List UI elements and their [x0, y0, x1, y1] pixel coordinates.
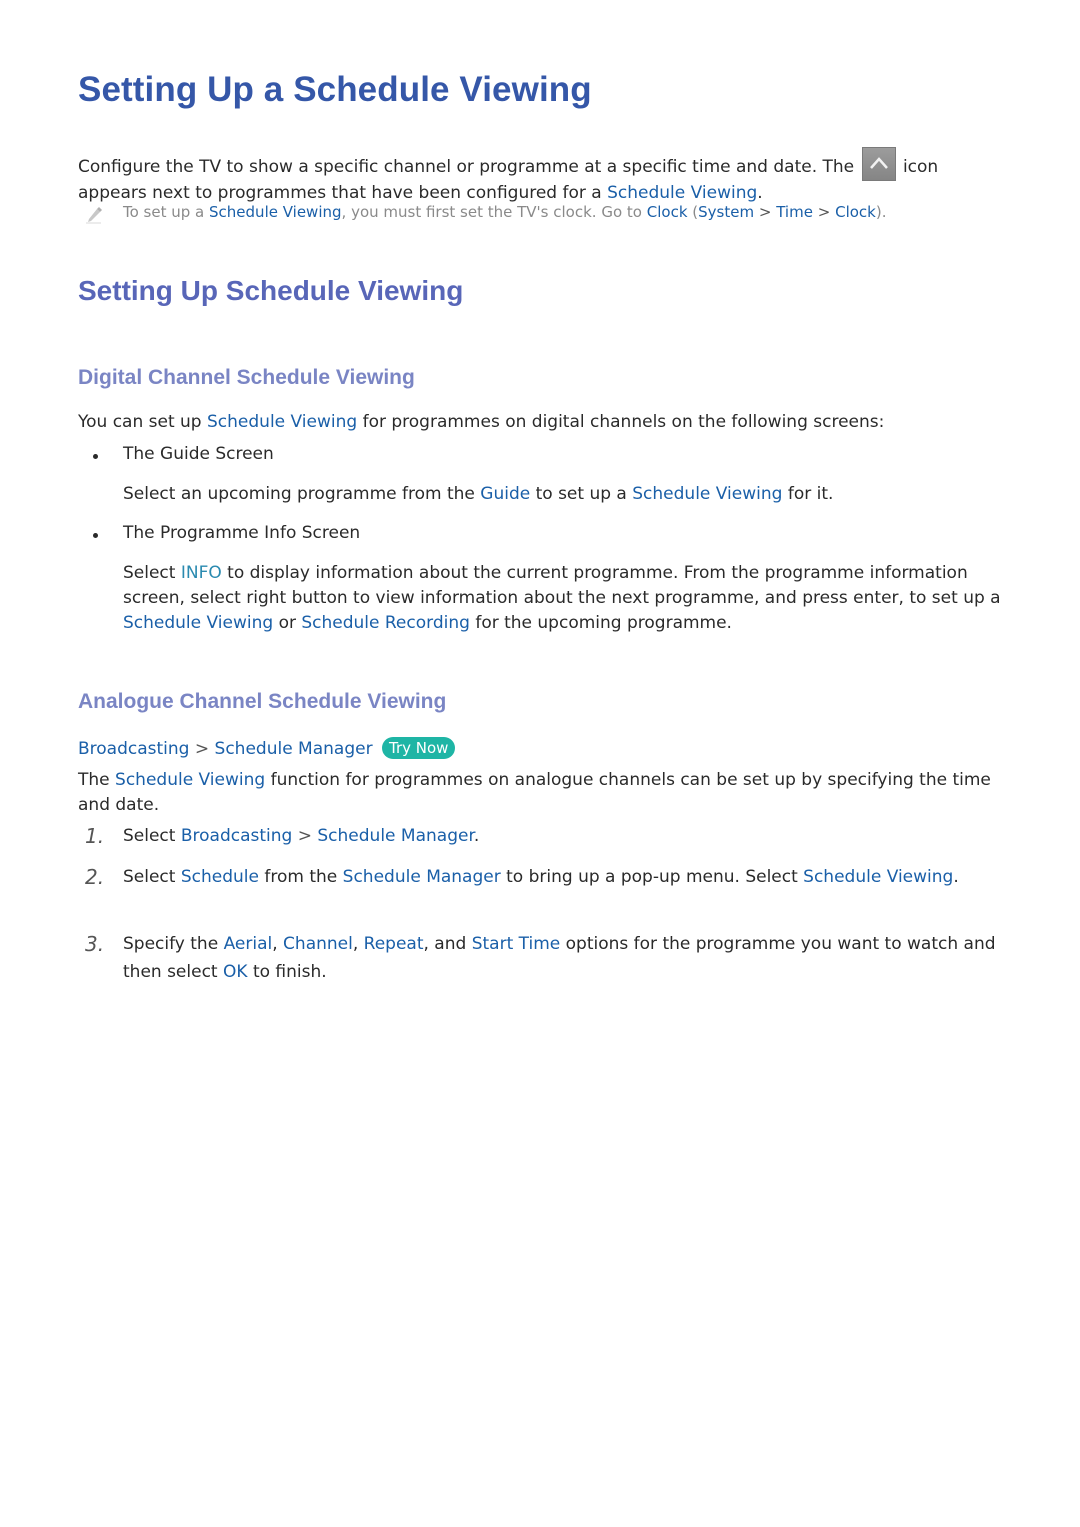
- breadcrumb-broadcasting[interactable]: Broadcasting: [78, 739, 189, 759]
- page-title: Setting Up a Schedule Viewing: [78, 70, 592, 109]
- intro-paragraph: Configure the TV to show a specific chan…: [78, 147, 1008, 205]
- link-schedule-viewing[interactable]: Schedule Viewing: [632, 484, 782, 504]
- step-number: 1.: [85, 824, 105, 848]
- link-schedule-viewing[interactable]: Schedule Viewing: [209, 203, 342, 221]
- link-schedule-manager[interactable]: Schedule Manager: [317, 826, 473, 846]
- link-time[interactable]: Time: [776, 203, 813, 221]
- breadcrumb: Broadcasting > Schedule Manager Try Now: [78, 737, 456, 759]
- analogue-heading: Analogue Channel Schedule Viewing: [78, 690, 447, 713]
- link-channel[interactable]: Channel: [283, 934, 353, 954]
- programme-info-text: Select INFO to display information about…: [123, 563, 1001, 633]
- link-clock[interactable]: Clock: [835, 203, 876, 221]
- analogue-intro: The Schedule Viewing function for progra…: [78, 770, 991, 815]
- link-start-time[interactable]: Start Time: [472, 934, 561, 954]
- link-system[interactable]: System: [698, 203, 754, 221]
- link-ok[interactable]: OK: [223, 962, 248, 982]
- link-broadcasting[interactable]: Broadcasting: [181, 826, 292, 846]
- link-schedule-recording[interactable]: Schedule Recording: [301, 613, 470, 633]
- link-info[interactable]: INFO: [181, 563, 222, 583]
- link-clock[interactable]: Clock: [647, 203, 688, 221]
- link-schedule-viewing[interactable]: Schedule Viewing: [803, 867, 953, 887]
- breadcrumb-schedule-manager[interactable]: Schedule Manager: [215, 739, 373, 759]
- link-schedule-manager[interactable]: Schedule Manager: [343, 867, 501, 887]
- path-separator: >: [817, 203, 831, 221]
- link-aerial[interactable]: Aerial: [224, 934, 273, 954]
- digital-heading: Digital Channel Schedule Viewing: [78, 366, 415, 389]
- link-schedule-viewing[interactable]: Schedule Viewing: [123, 613, 273, 633]
- link-schedule[interactable]: Schedule: [181, 867, 259, 887]
- bullet-icon: [93, 454, 98, 459]
- link-schedule-viewing[interactable]: Schedule Viewing: [607, 183, 757, 203]
- path-separator: >: [758, 203, 772, 221]
- guide-screen-text: Select an upcoming programme from the Gu…: [123, 484, 834, 504]
- link-repeat[interactable]: Repeat: [364, 934, 424, 954]
- link-guide[interactable]: Guide: [480, 484, 530, 504]
- bullet-icon: [93, 533, 98, 538]
- step-number: 2.: [85, 865, 105, 889]
- link-schedule-viewing[interactable]: Schedule Viewing: [207, 412, 357, 432]
- pencil-icon: [86, 207, 102, 224]
- schedule-up-arrow-icon: [861, 147, 896, 181]
- section-title: Setting Up Schedule Viewing: [78, 275, 464, 306]
- path-separator: >: [297, 826, 312, 846]
- step-number: 3.: [85, 932, 105, 956]
- link-schedule-viewing[interactable]: Schedule Viewing: [115, 770, 265, 790]
- breadcrumb-separator: >: [194, 739, 210, 759]
- try-now-button[interactable]: Try Now: [381, 737, 456, 759]
- digital-intro: You can set up Schedule Viewing for prog…: [78, 412, 885, 432]
